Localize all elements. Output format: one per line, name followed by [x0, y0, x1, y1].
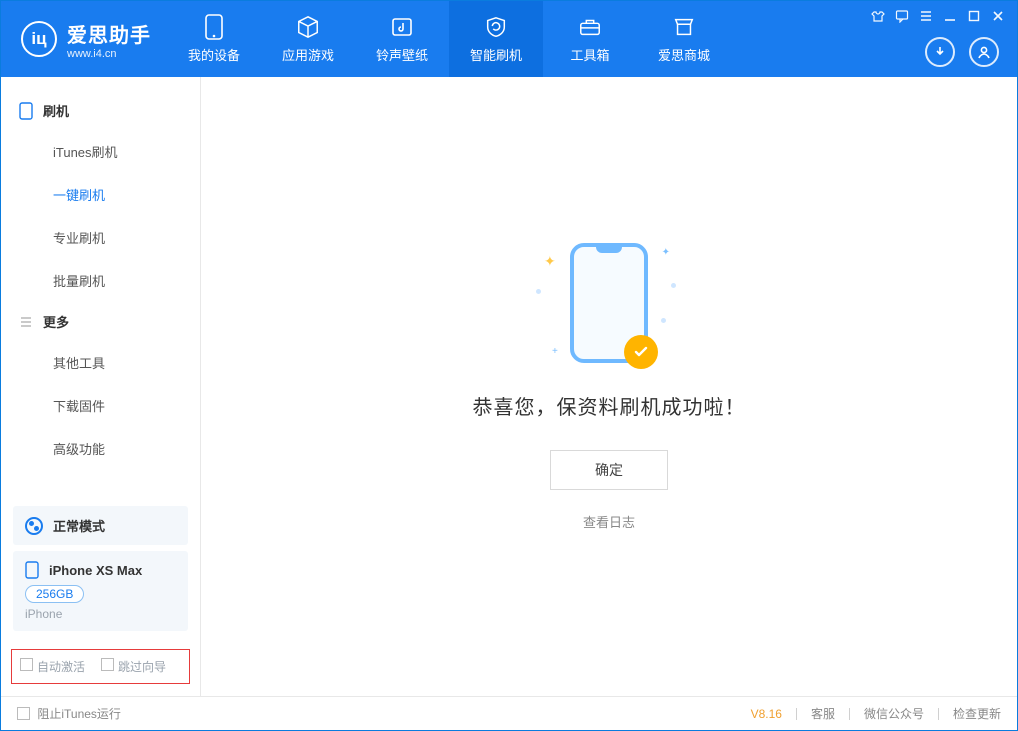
- nav-label: 工具箱: [570, 45, 609, 64]
- minimize-icon[interactable]: [943, 9, 957, 23]
- device-capacity: 256GB: [25, 585, 84, 603]
- status-bar: 阻止iTunes运行 V8.16 客服 微信公众号 检查更新: [1, 696, 1017, 730]
- checkbox-skip-wizard[interactable]: 跳过向导: [101, 658, 166, 675]
- nav-label: 我的设备: [188, 45, 240, 64]
- feedback-icon[interactable]: [895, 9, 909, 23]
- refresh-shield-icon: [484, 15, 508, 39]
- flash-options-highlight: 自动激活 跳过向导: [11, 649, 190, 684]
- mode-label: 正常模式: [53, 516, 105, 535]
- app-title: 爱思助手: [67, 19, 151, 48]
- sidebar-item-batch-flash[interactable]: 批量刷机: [1, 259, 200, 302]
- nav-label: 爱思商城: [658, 45, 710, 64]
- checkbox-block-itunes[interactable]: 阻止iTunes运行: [17, 705, 121, 722]
- mode-icon: [25, 517, 43, 535]
- sidebar: 刷机 iTunes刷机 一键刷机 专业刷机 批量刷机 更多 其他工具 下载固件 …: [1, 77, 201, 696]
- nav-smart-flash[interactable]: 智能刷机: [449, 1, 543, 77]
- device-info-box[interactable]: iPhone XS Max 256GB iPhone: [13, 551, 188, 631]
- sidebar-section-flash: 刷机: [1, 91, 200, 130]
- top-nav: 我的设备 应用游戏 铃声壁纸 智能刷机 工具箱 爱思商城: [167, 1, 731, 77]
- sidebar-section-more: 更多: [1, 302, 200, 341]
- shop-icon: [672, 15, 696, 39]
- device-mode-box[interactable]: 正常模式: [13, 506, 188, 545]
- success-message: 恭喜您，保资料刷机成功啦！: [473, 391, 746, 420]
- device-icon: [202, 15, 226, 39]
- phone-outline-icon: [19, 102, 33, 120]
- sparkle-icon: ✦: [544, 253, 556, 270]
- sidebar-item-other-tools[interactable]: 其他工具: [1, 341, 200, 384]
- body: 刷机 iTunes刷机 一键刷机 专业刷机 批量刷机 更多 其他工具 下载固件 …: [1, 77, 1017, 696]
- device-name: iPhone XS Max: [49, 563, 142, 578]
- nav-store[interactable]: 爱思商城: [637, 1, 731, 77]
- nav-label: 智能刷机: [470, 45, 522, 64]
- nav-toolbox[interactable]: 工具箱: [543, 1, 637, 77]
- download-button[interactable]: [925, 37, 955, 67]
- app-window: iц 爱思助手 www.i4.cn 我的设备 应用游戏 铃声壁纸 智能刷机: [0, 0, 1018, 731]
- success-illustration: ✦ ✦ +: [570, 243, 648, 363]
- main-content: ✦ ✦ + 恭喜您，保资料刷机成功啦！ 确定 查看日志: [201, 77, 1017, 696]
- ok-button[interactable]: 确定: [550, 450, 668, 490]
- cube-icon: [296, 15, 320, 39]
- logo[interactable]: iц 爱思助手 www.i4.cn: [1, 1, 167, 77]
- check-badge-icon: [624, 335, 658, 369]
- sidebar-item-pro-flash[interactable]: 专业刷机: [1, 216, 200, 259]
- link-check-update[interactable]: 检查更新: [953, 705, 1001, 722]
- header: iц 爱思助手 www.i4.cn 我的设备 应用游戏 铃声壁纸 智能刷机: [1, 1, 1017, 77]
- app-site: www.i4.cn: [67, 48, 151, 60]
- sparkle-icon: +: [552, 346, 558, 357]
- sparkle-icon: ✦: [662, 247, 670, 258]
- header-aux-buttons: [925, 37, 999, 67]
- nav-apps-games[interactable]: 应用游戏: [261, 1, 355, 77]
- list-icon: [19, 315, 33, 329]
- nav-label: 应用游戏: [282, 45, 334, 64]
- skin-icon[interactable]: [871, 9, 885, 23]
- link-support[interactable]: 客服: [811, 705, 835, 722]
- version-label: V8.16: [751, 707, 782, 721]
- toolbox-icon: [578, 15, 602, 39]
- view-log-link[interactable]: 查看日志: [583, 512, 635, 531]
- music-folder-icon: [390, 15, 414, 39]
- account-button[interactable]: [969, 37, 999, 67]
- close-icon[interactable]: [991, 9, 1005, 23]
- nav-ringtones-wallpapers[interactable]: 铃声壁纸: [355, 1, 449, 77]
- nav-my-device[interactable]: 我的设备: [167, 1, 261, 77]
- nav-label: 铃声壁纸: [376, 45, 428, 64]
- sidebar-item-itunes-flash[interactable]: iTunes刷机: [1, 130, 200, 173]
- device-small-icon: [25, 561, 39, 579]
- sidebar-item-advanced[interactable]: 高级功能: [1, 427, 200, 470]
- logo-icon: iц: [21, 21, 57, 57]
- sidebar-item-download-firmware[interactable]: 下载固件: [1, 384, 200, 427]
- link-wechat[interactable]: 微信公众号: [864, 705, 924, 722]
- sidebar-item-one-click-flash[interactable]: 一键刷机: [1, 173, 200, 216]
- phone-icon: [570, 243, 648, 363]
- checkbox-auto-activate[interactable]: 自动激活: [20, 658, 85, 675]
- maximize-icon[interactable]: [967, 9, 981, 23]
- menu-icon[interactable]: [919, 9, 933, 23]
- window-controls: [871, 9, 1005, 23]
- device-type: iPhone: [25, 607, 176, 621]
